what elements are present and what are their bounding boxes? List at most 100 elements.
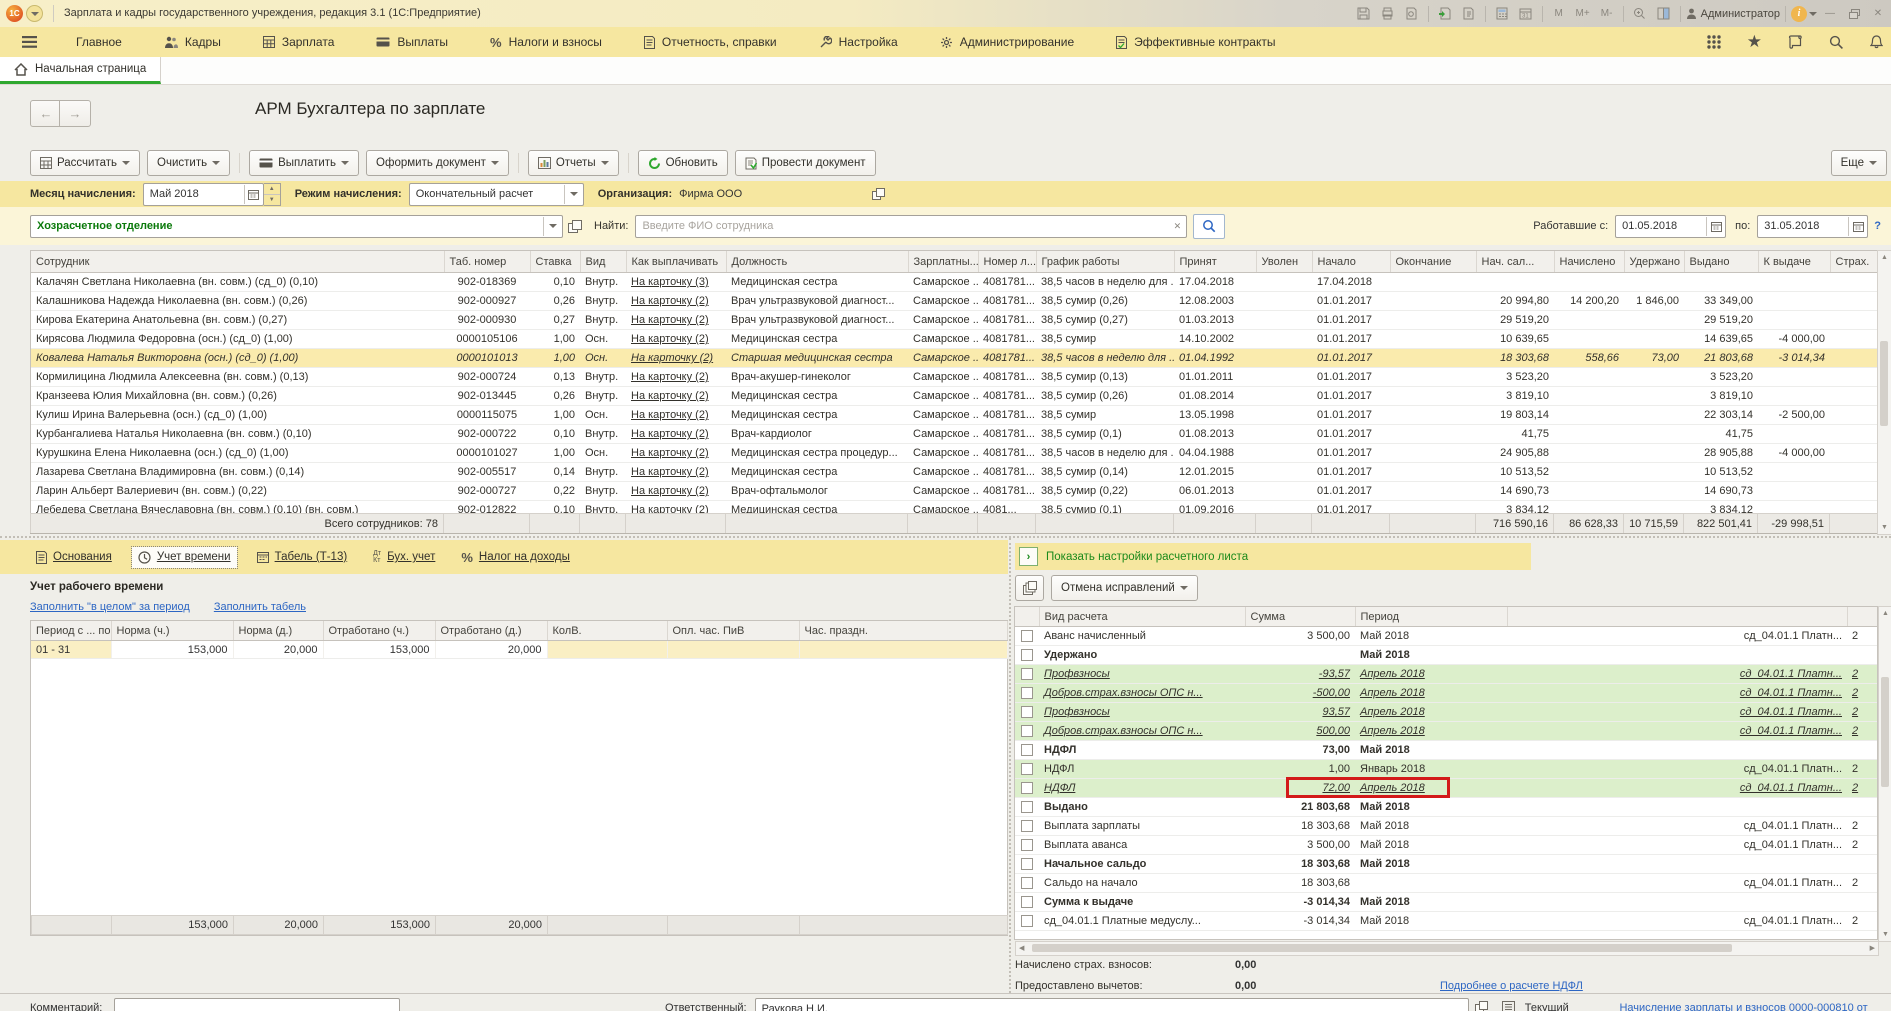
- row-checkbox[interactable]: [1021, 820, 1033, 832]
- system-menu-button[interactable]: [26, 5, 43, 22]
- employee-row[interactable]: Калашникова Надежда Николаевна (вн. совм…: [31, 292, 1878, 311]
- working-to-field[interactable]: 31.05.2018: [1757, 215, 1868, 238]
- save-file-icon[interactable]: [1458, 4, 1480, 23]
- org-value[interactable]: Фирма ООО: [679, 188, 742, 200]
- column-header[interactable]: Вид: [580, 251, 626, 273]
- detail-tab-учет-времени[interactable]: Учет времени: [132, 547, 237, 568]
- menu-item-1[interactable]: Главное: [55, 27, 143, 57]
- detail-tab-бух-учет[interactable]: ДтКтБух. учет: [367, 546, 441, 568]
- close-button[interactable]: ✕: [1867, 4, 1889, 23]
- column-header[interactable]: Удержано: [1624, 251, 1684, 273]
- chevron-right-icon[interactable]: ›: [1019, 547, 1038, 566]
- reports-button[interactable]: Отчеты: [528, 150, 619, 176]
- employee-row[interactable]: Курбангалиева Наталья Николаевна (вн. со…: [31, 425, 1878, 444]
- month-field[interactable]: Май 2018: [143, 183, 264, 206]
- more-button[interactable]: Еще: [1831, 150, 1887, 176]
- calc-row[interactable]: Добров.страх.взносы ОПС н...500,00Апрель…: [1015, 722, 1877, 741]
- scroll-thumb[interactable]: [1032, 944, 1732, 952]
- employee-table-vscrollbar[interactable]: ▲ ▼: [1877, 250, 1891, 535]
- column-header[interactable]: Сумма: [1245, 607, 1355, 627]
- department-caret-icon[interactable]: [543, 217, 562, 236]
- row-checkbox[interactable]: [1021, 858, 1033, 870]
- time-row[interactable]: 01 - 31153,00020,000153,00020,000: [31, 641, 1007, 659]
- column-header[interactable]: Как выплачивать: [626, 251, 726, 273]
- calc-row[interactable]: Аванс начисленный3 500,00Май 2018сд_04.0…: [1015, 627, 1877, 646]
- forward-button[interactable]: →: [59, 100, 91, 127]
- row-checkbox[interactable]: [1021, 782, 1033, 794]
- memory-button[interactable]: M: [1548, 4, 1570, 23]
- row-checkbox[interactable]: [1021, 763, 1033, 775]
- column-header[interactable]: Опл. час. ПиВ: [667, 621, 799, 641]
- column-header[interactable]: Норма (ч.): [111, 621, 233, 641]
- row-checkbox[interactable]: [1021, 706, 1033, 718]
- calculator-icon[interactable]: [1491, 4, 1513, 23]
- notifications-bell-icon[interactable]: [1870, 35, 1883, 49]
- detail-tab-основания[interactable]: Основания: [30, 547, 118, 568]
- calc-row[interactable]: Выдано21 803,68Май 2018: [1015, 798, 1877, 817]
- zoom-icon[interactable]: [1629, 4, 1651, 23]
- menu-item-7[interactable]: Настройка: [798, 27, 919, 57]
- employee-row[interactable]: Ларин Альберт Валериевич (вн. совм.) (0,…: [31, 482, 1878, 501]
- mode-select[interactable]: Окончательный расчет: [409, 183, 584, 206]
- working-to-calendar-icon[interactable]: [1848, 217, 1867, 236]
- column-header[interactable]: Начало: [1312, 251, 1390, 273]
- calc-row[interactable]: НДФЛ1,00Январь 2018сд_04.01.1 Платн...2: [1015, 760, 1877, 779]
- column-header[interactable]: Должность: [726, 251, 908, 273]
- help-link[interactable]: ?: [1874, 220, 1881, 232]
- working-from-calendar-icon[interactable]: [1706, 217, 1725, 236]
- row-checkbox[interactable]: [1021, 668, 1033, 680]
- column-header[interactable]: [1847, 607, 1877, 627]
- column-header[interactable]: Норма (д.): [233, 621, 323, 641]
- copy-icon[interactable]: [1015, 575, 1044, 601]
- create-document-button[interactable]: Оформить документ: [366, 150, 509, 176]
- row-checkbox[interactable]: [1021, 896, 1033, 908]
- column-header[interactable]: Окончание: [1390, 251, 1476, 273]
- info-caret-icon[interactable]: [1809, 12, 1817, 20]
- calc-row[interactable]: Добров.страх.взносы ОПС н...-500,00Апрел…: [1015, 684, 1877, 703]
- calculate-button[interactable]: Рассчитать: [30, 150, 140, 176]
- fill-timesheet-link[interactable]: Заполнить табель: [214, 601, 306, 613]
- hamburger-menu-icon[interactable]: [22, 36, 37, 48]
- employee-row[interactable]: Кирова Екатерина Анатольевна (вн. совм.)…: [31, 311, 1878, 330]
- scroll-thumb[interactable]: [1880, 341, 1888, 426]
- employee-row[interactable]: Кранзеева Юлия Михайловна (вн. совм.) (0…: [31, 387, 1878, 406]
- current-doc-link[interactable]: Начисление зарплаты и взносов 0000-00081…: [1619, 998, 1891, 1011]
- menu-item-4[interactable]: Выплаты: [355, 27, 469, 57]
- row-checkbox[interactable]: [1021, 649, 1033, 661]
- detail-tab-налог-на-доходы[interactable]: %Налог на доходы: [455, 546, 576, 569]
- menu-item-3[interactable]: Зарплата: [242, 27, 356, 57]
- pay-button[interactable]: Выплатить: [249, 150, 359, 176]
- column-header[interactable]: Час. праздн.: [799, 621, 1007, 641]
- column-header[interactable]: Отработано (д.): [435, 621, 547, 641]
- scroll-up-icon[interactable]: ▲: [1879, 610, 1891, 617]
- clear-button[interactable]: Очистить: [147, 150, 230, 176]
- employee-row[interactable]: Курушкина Елена Николаевна (осн.) (сд_0)…: [31, 444, 1878, 463]
- load-file-icon[interactable]: [1434, 4, 1456, 23]
- document-list-icon[interactable]: [1502, 1001, 1515, 1011]
- column-header[interactable]: Вид расчета: [1039, 607, 1245, 627]
- employee-row[interactable]: Лазарева Светлана Владимировна (вн. совм…: [31, 463, 1878, 482]
- all-functions-grid-icon[interactable]: [1707, 35, 1721, 49]
- scroll-up-icon[interactable]: ▲: [1878, 254, 1891, 261]
- detail-tab-табель-т-13-[interactable]: Табель (Т-13): [251, 547, 354, 567]
- favorites-star-icon[interactable]: ★: [1747, 32, 1762, 52]
- org-list-icon[interactable]: [872, 188, 885, 200]
- column-header[interactable]: Выдано: [1684, 251, 1758, 273]
- vertical-splitter[interactable]: [1009, 538, 1011, 993]
- calc-row[interactable]: Сумма к выдаче-3 014,34Май 2018: [1015, 893, 1877, 912]
- row-checkbox[interactable]: [1021, 630, 1033, 642]
- column-header[interactable]: Нач. сал...: [1476, 251, 1554, 273]
- search-button[interactable]: [1193, 214, 1225, 239]
- calendar-icon[interactable]: 31: [1515, 4, 1537, 23]
- calc-row[interactable]: Профвзносы93,57Апрель 2018сд_04.01.1 Пла…: [1015, 703, 1877, 722]
- column-header[interactable]: Страх.: [1830, 251, 1878, 273]
- row-checkbox[interactable]: [1021, 915, 1033, 927]
- split-window-icon[interactable]: [1653, 4, 1675, 23]
- preview-icon[interactable]: [1401, 4, 1423, 23]
- row-checkbox[interactable]: [1021, 877, 1033, 889]
- menu-item-9[interactable]: Эффективные контракты: [1095, 27, 1296, 57]
- column-header[interactable]: Ставка: [530, 251, 580, 273]
- column-header[interactable]: КолВ.: [547, 621, 667, 641]
- menu-item-5[interactable]: %Налоги и взносы: [469, 27, 623, 57]
- calc-row[interactable]: Выплата аванса3 500,00Май 2018сд_04.01.1…: [1015, 836, 1877, 855]
